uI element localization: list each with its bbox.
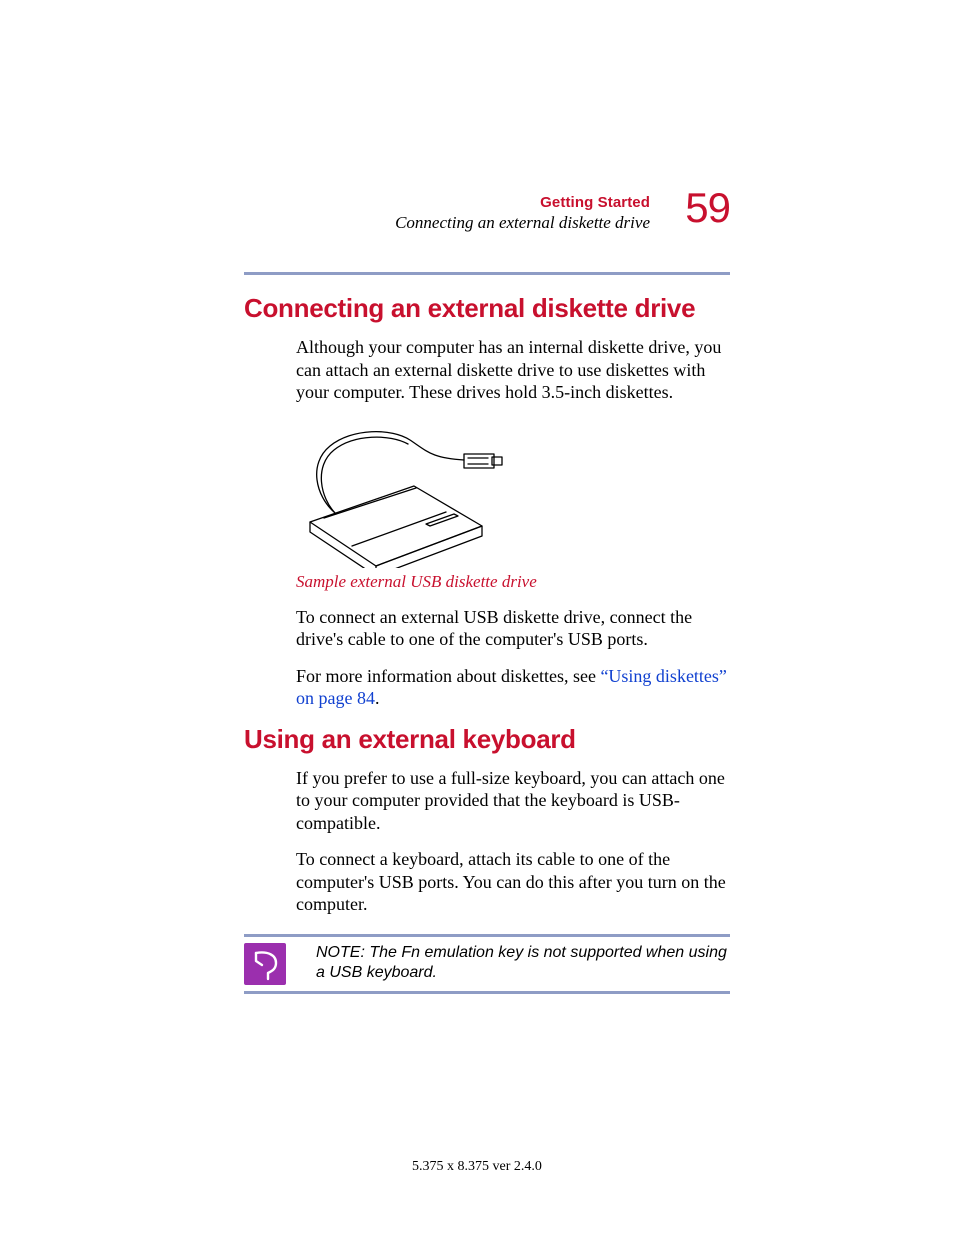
note-text: NOTE: The Fn emulation key is not suppor… [316,943,730,983]
page-footer: 5.375 x 8.375 ver 2.4.0 [0,1159,954,1175]
text-run: For more information about diskettes, se… [296,666,600,686]
note-rule-bottom [244,991,730,994]
header-rule [244,272,730,275]
paragraph: To connect a keyboard, attach its cable … [296,848,730,916]
note-icon [244,943,286,985]
figure-caption: Sample external USB diskette drive [296,572,730,592]
note-row: NOTE: The Fn emulation key is not suppor… [244,937,730,991]
paragraph: To connect an external USB diskette driv… [296,606,730,651]
paragraph: If you prefer to use a full-size keyboar… [296,767,730,835]
section-label: Connecting an external diskette drive [395,213,650,233]
text-run: . [375,688,380,708]
body-column-2: If you prefer to use a full-size keyboar… [296,767,730,916]
chapter-label: Getting Started [395,194,650,211]
note-block: NOTE: The Fn emulation key is not suppor… [244,934,730,994]
section-heading-keyboard: Using an external keyboard [244,724,730,755]
paragraph-with-xref: For more information about diskettes, se… [296,665,730,710]
header-text-block: Getting Started Connecting an external d… [395,194,650,233]
diskette-drive-icon [296,418,506,568]
diskette-drive-figure [296,418,730,568]
section-heading-diskette: Connecting an external diskette drive [244,293,730,324]
body-column-1: Although your computer has an internal d… [296,336,730,710]
page-number: 59 [685,184,730,232]
page-content: Getting Started Connecting an external d… [244,190,730,994]
paragraph: Although your computer has an internal d… [296,336,730,404]
running-header: Getting Started Connecting an external d… [244,190,730,250]
